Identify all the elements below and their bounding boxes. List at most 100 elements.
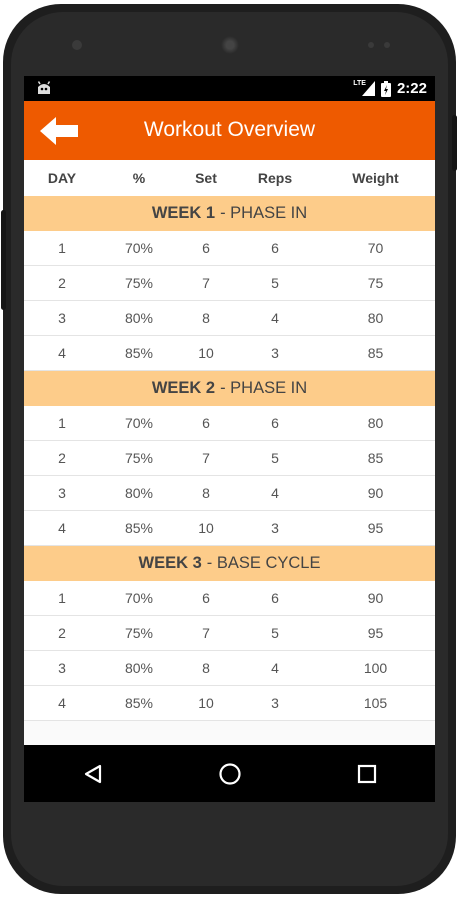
status-bar: LTE 2:22 <box>24 76 435 101</box>
percent-cell: 80% <box>124 660 154 676</box>
table-row[interactable]: 1 70% 6 6 80 <box>24 406 435 441</box>
table-row[interactable]: 2 75% 7 5 85 <box>24 441 435 476</box>
percent-cell: 70% <box>124 590 154 606</box>
set-cell: 6 <box>202 240 210 256</box>
nav-home-button[interactable] <box>210 754 250 794</box>
percent-cell: 70% <box>124 415 154 431</box>
earpiece-speaker <box>221 36 239 54</box>
day-cell: 2 <box>58 275 66 291</box>
weight-cell: 75 <box>367 275 384 291</box>
app-title: Workout Overview <box>143 118 316 141</box>
day-cell: 4 <box>58 695 66 711</box>
weight-cell: 85 <box>367 450 384 466</box>
reps-cell: 3 <box>271 695 279 711</box>
percent-cell: 85% <box>124 520 154 536</box>
column-header-percent: % <box>132 170 146 186</box>
table-row[interactable]: 3 80% 8 4 80 <box>24 301 435 336</box>
app-bar: Workout Overview <box>24 101 435 160</box>
percent-cell: 70% <box>124 240 154 256</box>
percent-cell: 75% <box>124 275 154 291</box>
square-recents-icon <box>357 764 376 783</box>
set-cell: 7 <box>202 450 210 466</box>
week-phase: - PHASE IN <box>220 379 308 397</box>
reps-cell: 3 <box>271 345 279 361</box>
table-row[interactable]: 4 85% 10 3 85 <box>24 336 435 371</box>
weight-cell: 80 <box>367 310 384 326</box>
nav-back-button[interactable] <box>73 754 113 794</box>
column-header-set: Set <box>195 170 217 186</box>
percent-cell: 80% <box>124 485 154 501</box>
battery-icon <box>380 80 391 97</box>
table-row[interactable]: 1 70% 6 6 70 <box>24 231 435 266</box>
weight-cell: 95 <box>367 520 384 536</box>
weight-cell: 80 <box>367 415 384 431</box>
column-header-weight: Weight <box>352 170 399 186</box>
set-cell: 8 <box>202 485 210 501</box>
day-cell: 3 <box>58 485 66 501</box>
weight-cell: 85 <box>367 345 384 361</box>
sensor <box>384 42 390 48</box>
volume-button <box>1 210 6 310</box>
weight-cell: 95 <box>367 625 384 641</box>
android-notification-icon <box>37 81 51 94</box>
week-header: WEEK 2 - PHASE IN <box>24 371 435 406</box>
circle-home-icon <box>218 762 241 785</box>
week-number: WEEK 3 <box>138 554 202 572</box>
nav-recents-button[interactable] <box>347 754 387 794</box>
reps-cell: 6 <box>271 240 279 256</box>
set-cell: 6 <box>202 590 210 606</box>
reps-cell: 4 <box>271 310 279 326</box>
day-cell: 1 <box>58 590 66 606</box>
set-cell: 10 <box>198 520 214 536</box>
percent-cell: 75% <box>124 625 154 641</box>
percent-cell: 85% <box>124 345 154 361</box>
day-cell: 4 <box>58 345 66 361</box>
weight-cell: 90 <box>367 590 384 606</box>
set-cell: 6 <box>202 415 210 431</box>
reps-cell: 5 <box>271 450 279 466</box>
column-header-day: DAY <box>47 170 77 186</box>
set-cell: 7 <box>202 275 210 291</box>
week-header: WEEK 1 - PHASE IN <box>24 196 435 231</box>
set-cell: 8 <box>202 660 210 676</box>
set-cell: 7 <box>202 625 210 641</box>
workout-table: WEEK 1 - PHASE IN 1 70% 6 6 70 2 75% 7 5… <box>24 196 435 721</box>
weight-cell: 70 <box>367 240 384 256</box>
day-cell: 3 <box>58 310 66 326</box>
front-camera <box>72 40 82 50</box>
table-row[interactable]: 1 70% 6 6 90 <box>24 581 435 616</box>
reps-cell: 6 <box>271 590 279 606</box>
power-button <box>452 115 457 171</box>
reps-cell: 6 <box>271 415 279 431</box>
triangle-back-icon <box>84 764 101 783</box>
reps-cell: 5 <box>271 275 279 291</box>
day-cell: 2 <box>58 450 66 466</box>
clock: 2:22 <box>396 80 427 97</box>
table-row[interactable]: 2 75% 7 5 95 <box>24 616 435 651</box>
table-row[interactable]: 4 85% 10 3 105 <box>24 686 435 721</box>
reps-cell: 3 <box>271 520 279 536</box>
weight-cell: 100 <box>363 660 388 676</box>
table-row[interactable]: 3 80% 8 4 100 <box>24 651 435 686</box>
percent-cell: 85% <box>124 695 154 711</box>
reps-cell: 5 <box>271 625 279 641</box>
table-header: DAY % Set Reps Weight <box>24 160 435 197</box>
week-number: WEEK 2 <box>151 379 216 397</box>
column-header-reps: Reps <box>257 170 293 186</box>
table-row[interactable]: 2 75% 7 5 75 <box>24 266 435 301</box>
weight-cell: 90 <box>367 485 384 501</box>
set-cell: 10 <box>198 345 214 361</box>
set-cell: 10 <box>198 695 214 711</box>
week-phase: - BASE CYCLE <box>206 554 321 572</box>
day-cell: 1 <box>58 415 66 431</box>
day-cell: 3 <box>58 660 66 676</box>
table-row[interactable]: 4 85% 10 3 95 <box>24 511 435 546</box>
day-cell: 2 <box>58 625 66 641</box>
percent-cell: 80% <box>124 310 154 326</box>
reps-cell: 4 <box>271 660 279 676</box>
screen: LTE 2:22 Workout Overview DAY % Set Reps… <box>24 76 435 802</box>
reps-cell: 4 <box>271 485 279 501</box>
network-type: LTE <box>353 80 366 87</box>
day-cell: 4 <box>58 520 66 536</box>
table-row[interactable]: 3 80% 8 4 90 <box>24 476 435 511</box>
